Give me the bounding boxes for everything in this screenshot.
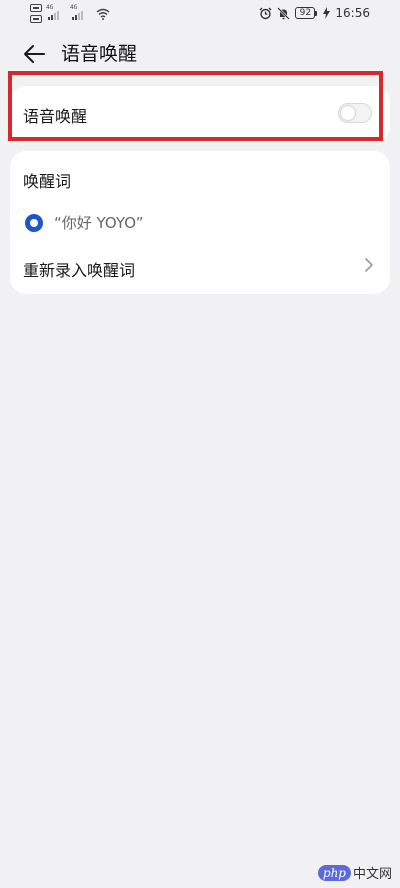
wake-word-radio[interactable] xyxy=(25,214,43,232)
rerecord-wake-word-row[interactable]: 重新录入唤醒词 xyxy=(10,249,390,287)
battery-icon: 92 xyxy=(295,7,318,19)
watermark-logo: php 中文网 xyxy=(317,863,392,882)
mute-bell-icon xyxy=(277,6,291,20)
highlight-box xyxy=(8,71,383,141)
alarm-icon xyxy=(259,7,272,19)
arrow-left-icon xyxy=(24,45,45,63)
charging-icon xyxy=(323,7,331,19)
page-title: 语音唤醒 xyxy=(61,43,138,65)
sim-card-icon xyxy=(30,4,42,12)
network-type-label: 4G xyxy=(46,4,54,11)
chevron-right-icon xyxy=(365,258,373,272)
wake-word-card: 唤醒词 “你好 YOYO” 重新录入唤醒词 xyxy=(10,151,390,294)
clock: 16:56 xyxy=(335,6,370,20)
title-bar: 语音唤醒 xyxy=(0,38,400,70)
network-type-label: 4G xyxy=(70,4,78,11)
watermark-php-badge: php xyxy=(317,864,351,881)
status-bar: 4G 4G 92 16:56 xyxy=(0,0,400,30)
signal-icon xyxy=(72,11,83,20)
signal-icon xyxy=(48,11,59,20)
back-button[interactable] xyxy=(22,42,48,66)
wifi-icon xyxy=(96,8,110,20)
rerecord-label: 重新录入唤醒词 xyxy=(23,261,136,280)
wake-word-option-label[interactable]: “你好 YOYO” xyxy=(54,214,144,232)
status-left: 4G 4G xyxy=(30,4,120,26)
status-right: 92 16:56 xyxy=(259,6,370,20)
watermark-text: 中文网 xyxy=(352,867,392,882)
sim-card-icon xyxy=(30,15,42,23)
wake-word-section-title: 唤醒词 xyxy=(23,172,72,191)
